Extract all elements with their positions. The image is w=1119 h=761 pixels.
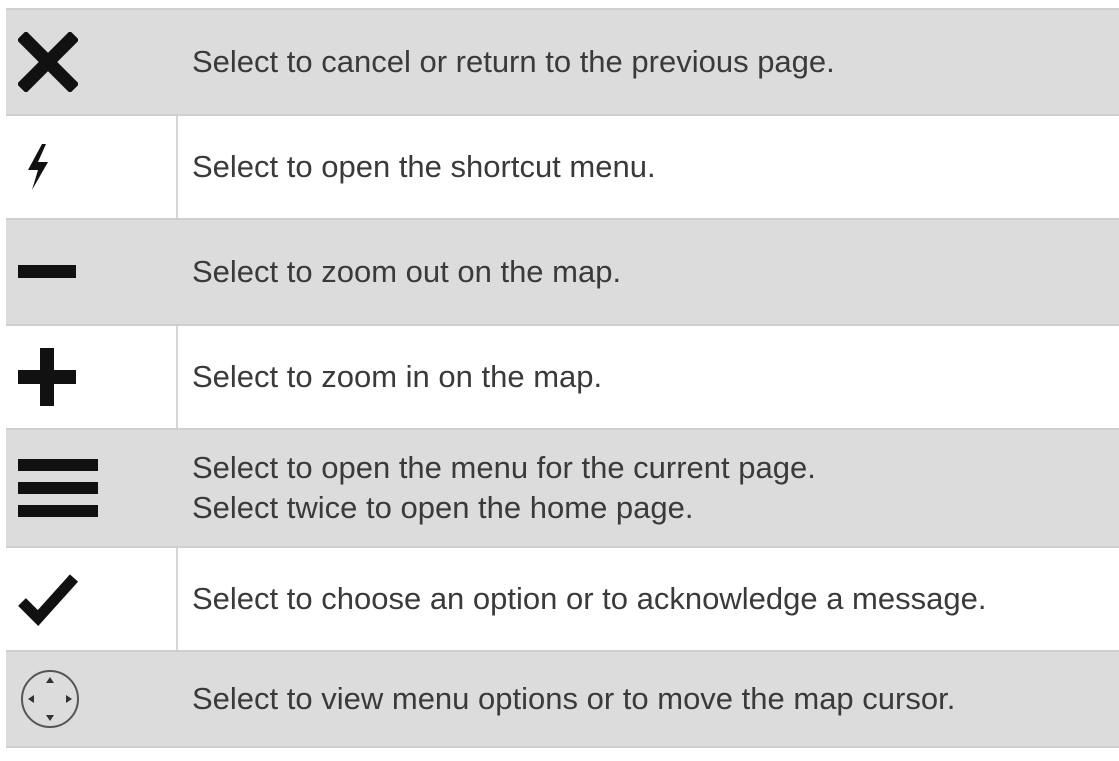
shortcut-bolt-icon [18,142,58,192]
close-icon [18,32,78,92]
description-cell: Select to open the shortcut menu. [178,116,1119,218]
description-line: Select to open the shortcut menu. [192,149,656,184]
plus-icon [18,348,76,406]
icon-cell [6,10,178,114]
icon-cell [6,652,178,746]
legend-row-shortcut: Select to open the shortcut menu. [6,116,1119,220]
description-cell: Select to zoom in on the map. [178,326,1119,428]
menu-icon [18,457,98,519]
description-line: Select to choose an option or to acknowl… [192,581,987,616]
icon-cell [6,326,178,428]
description-line: Select to cancel or return to the previo… [192,44,835,79]
legend-row-confirm: Select to choose an option or to acknowl… [6,548,1119,652]
description-line: Select to zoom in on the map. [192,359,603,394]
description-line: Select to view menu options or to move t… [192,681,956,716]
description-cell: Select to cancel or return to the previo… [178,10,1119,114]
icon-cell [6,548,178,650]
legend-row-zoom-out: Select to zoom out on the map. [6,220,1119,326]
legend-row-directional-pad: Select to view menu options or to move t… [6,652,1119,748]
legend-row-zoom-in: Select to zoom in on the map. [6,326,1119,430]
description-cell: Select to view menu options or to move t… [178,652,1119,746]
description-line: Select to zoom out on the map. [192,254,622,289]
checkmark-icon [18,572,78,626]
icon-legend-table: Select to cancel or return to the previo… [6,8,1119,748]
icon-cell [6,220,178,324]
description-cell: Select to zoom out on the map. [178,220,1119,324]
description-cell: Select to choose an option or to acknowl… [178,548,1119,650]
description-cell: Select to open the menu for the current … [178,430,1119,546]
minus-icon [18,262,76,282]
legend-row-cancel: Select to cancel or return to the previo… [6,10,1119,116]
description-line: Select twice to open the home page. [192,490,694,525]
icon-cell [6,430,178,546]
icon-cell [6,116,178,218]
description-line: Select to open the menu for the current … [192,450,816,485]
directional-pad-icon [18,667,82,731]
legend-row-menu: Select to open the menu for the current … [6,430,1119,548]
